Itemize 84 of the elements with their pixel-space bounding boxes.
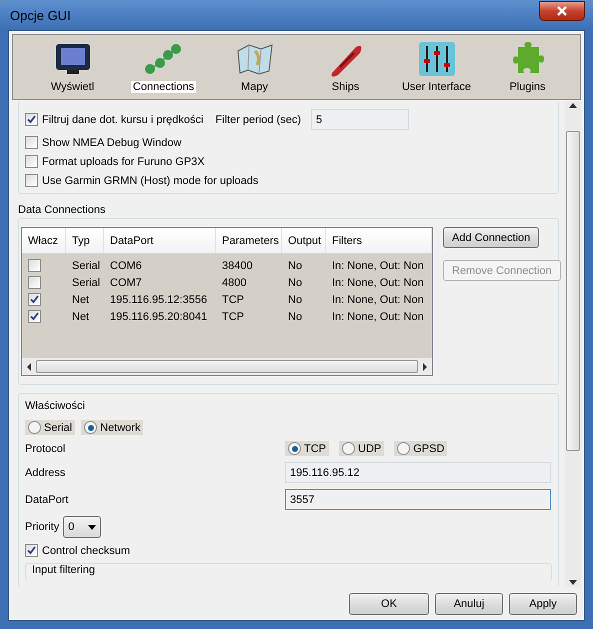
radio-label: UDP [358, 442, 382, 454]
connection-button[interactable]: Add Connection [443, 227, 540, 248]
table-cell-text: TCP [221, 310, 245, 322]
checkbox[interactable] [25, 155, 38, 168]
checkbox[interactable] [25, 544, 38, 557]
group-title: Input filtering [32, 564, 96, 576]
field-label: Protocol [25, 442, 66, 454]
group-title: Data Connections [18, 204, 106, 216]
toolbar-tab[interactable]: Mapy [209, 41, 300, 99]
radio-button[interactable] [288, 442, 301, 455]
network-icon [144, 41, 184, 77]
table-cell-text: No [287, 276, 304, 288]
column-header[interactable]: Włacz [22, 228, 66, 253]
table-cell-text: 195.116.95.20:8041 [109, 310, 208, 322]
table-cell-text: Net [71, 310, 90, 322]
checkbox-label: Use Garmin GRMN (Host) mode for uploads [42, 174, 258, 186]
priority-select[interactable]: 0 [63, 516, 102, 538]
sliders-icon [416, 41, 456, 77]
dataport-field[interactable]: 3557 [285, 489, 551, 510]
table-cell-text: 195.116.95.12:3556 [109, 294, 208, 306]
toolbar-tab[interactable]: Plugins [482, 41, 573, 99]
table-cell-text: 4800 [221, 276, 248, 288]
checkbox-label: Control checksum [42, 544, 130, 556]
checkbox[interactable] [28, 310, 41, 323]
radio-label: TCP [304, 442, 326, 454]
checkbox[interactable] [25, 113, 38, 126]
close-button[interactable] [539, 1, 585, 21]
checkbox[interactable] [25, 136, 38, 149]
field-label: Priority [25, 521, 60, 533]
radio-button[interactable] [84, 421, 98, 434]
radio-button[interactable] [28, 421, 41, 434]
radio-button[interactable] [342, 442, 355, 455]
table-cell-text: TCP [221, 294, 245, 306]
dialog-button[interactable]: Apply [509, 593, 577, 615]
radio-button[interactable] [397, 442, 410, 455]
scroll-left-icon[interactable] [26, 362, 32, 370]
toolbar-tab[interactable]: Ships [300, 41, 391, 99]
column-header[interactable]: Typ [66, 228, 104, 253]
table-cell-text: In: None, Out: Non [331, 310, 425, 322]
table-cell-text: No [287, 260, 304, 272]
field-label: DataPort [25, 494, 70, 506]
column-header[interactable]: DataPort [104, 228, 216, 253]
dialog-button[interactable]: OK [349, 593, 429, 615]
checkbox[interactable] [28, 259, 41, 272]
filter-period-field[interactable]: 5 [311, 109, 409, 130]
table-cell-text: Serial [71, 260, 102, 272]
field-label: Filter period (sec) [215, 114, 301, 126]
toolbar-tab[interactable]: User Interface [391, 41, 482, 99]
table-cell-text: COM7 [109, 276, 143, 288]
checkbox-label: Show NMEA Debug Window [42, 136, 182, 148]
scroll-right-icon[interactable] [422, 362, 428, 370]
table-cell-text: No [287, 294, 304, 306]
scrollbar-thumb[interactable] [36, 360, 418, 373]
radio-label: Serial [44, 422, 72, 434]
checkbox[interactable] [28, 276, 41, 289]
table-cell-text: In: None, Out: Non [331, 260, 425, 272]
toolbar-tab[interactable]: Wyświetl [27, 41, 118, 99]
column-header[interactable]: Output [282, 228, 326, 253]
checkbox[interactable] [28, 293, 41, 306]
group-title: Właściwości [25, 400, 86, 412]
radio-label: Network [100, 422, 140, 434]
column-header[interactable]: Parameters [216, 228, 282, 253]
table-cell-text: Net [71, 294, 90, 306]
address-field[interactable]: 195.116.95.12 [285, 462, 551, 483]
scroll-down-icon[interactable] [569, 580, 577, 585]
close-icon [556, 6, 568, 16]
toolbar-tab[interactable]: Connections [118, 41, 209, 99]
table-cell-text: No [287, 310, 304, 322]
table-cell-text: In: None, Out: Non [331, 294, 425, 306]
dialog-button[interactable]: Anuluj [435, 593, 503, 615]
vertical-scrollbar[interactable] [565, 101, 581, 587]
scroll-up-icon[interactable] [569, 103, 577, 108]
caret-icon [88, 524, 96, 530]
checkbox-label: Format uploads for Furuno GP3X [42, 156, 205, 168]
checkbox[interactable] [25, 174, 38, 187]
table-cell-text: Serial [71, 276, 102, 288]
table-cell-text: 38400 [221, 260, 254, 272]
column-header[interactable]: Filters [326, 228, 432, 253]
table-cell-text: COM6 [109, 260, 143, 272]
checkbox-label: Filtruj dane dot. kursu i prędkości [42, 114, 204, 126]
radio-label: GPSD [413, 442, 444, 454]
table-cell-text: In: None, Out: Non [331, 276, 425, 288]
window-title: Opcje GUI [9, 8, 71, 22]
field-label: Address [25, 466, 66, 478]
